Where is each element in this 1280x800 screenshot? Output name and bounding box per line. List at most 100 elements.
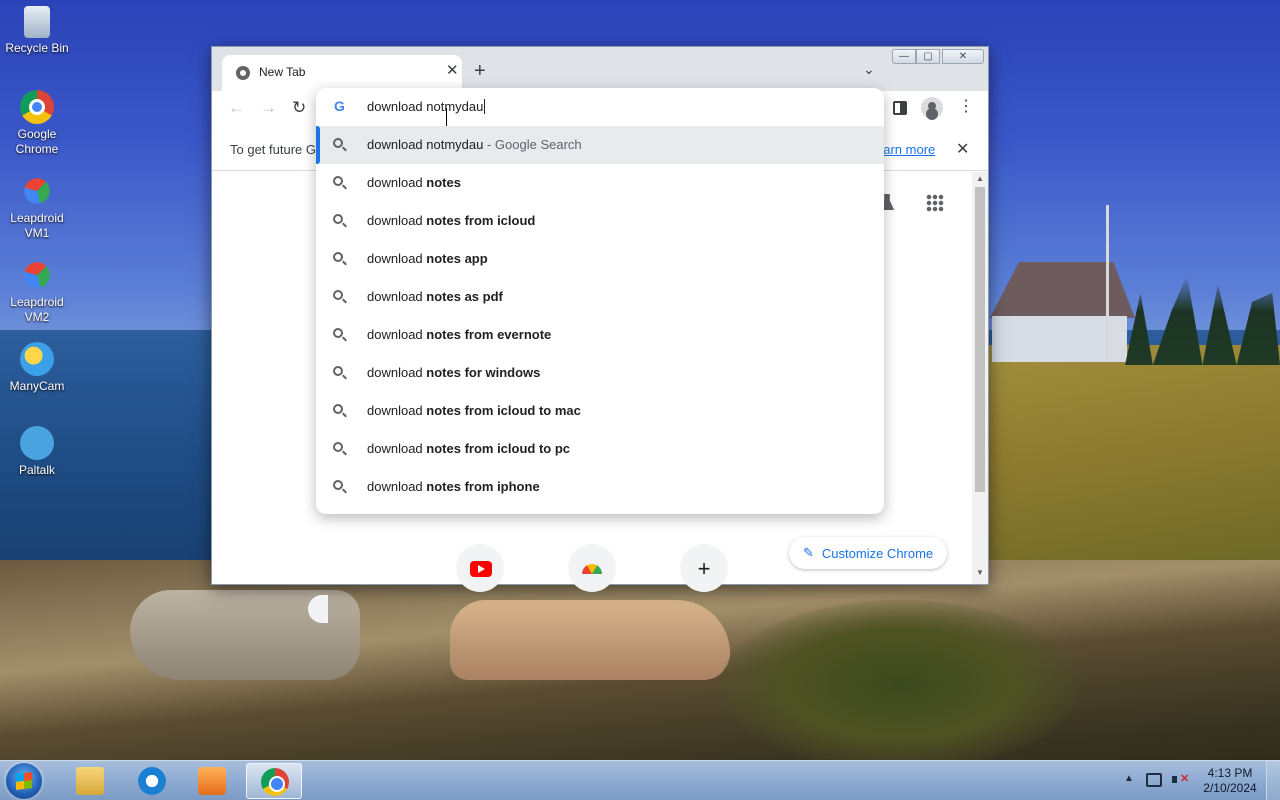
tab-new-tab[interactable]: New Tab ✕ bbox=[222, 55, 462, 91]
suggestion-completion-text: notes from iphone bbox=[426, 479, 540, 494]
suggestion-text: download notes bbox=[367, 175, 461, 190]
new-tab-button[interactable]: + bbox=[474, 61, 486, 81]
suggestion-item[interactable]: download notes from evernote bbox=[316, 316, 884, 354]
search-icon bbox=[333, 404, 343, 414]
suggestion-text: download notes from icloud to pc bbox=[367, 441, 570, 456]
page-scrollbar[interactable]: ▲ ▼ bbox=[972, 172, 988, 584]
suggestion-item[interactable]: download notes app bbox=[316, 240, 884, 278]
google-g-icon: G bbox=[334, 98, 345, 114]
tab-search-button[interactable]: ⌄ bbox=[863, 61, 875, 78]
suggestion-typed-text: download bbox=[367, 213, 427, 228]
shortcut-web-store[interactable] bbox=[568, 544, 616, 592]
search-icon bbox=[333, 214, 343, 224]
search-icon bbox=[333, 328, 343, 338]
maximize-button[interactable]: ▢ bbox=[916, 49, 940, 64]
suggestion-item[interactable]: download notmydau - Google Search bbox=[316, 126, 884, 164]
close-window-button[interactable]: ✕ bbox=[942, 49, 984, 64]
desktop-icon-label: Google Chrome bbox=[15, 127, 59, 156]
side-panel-icon[interactable] bbox=[893, 101, 907, 115]
suggestion-item[interactable]: download notes for windows bbox=[316, 354, 884, 392]
suggestion-completion-text: notes from icloud bbox=[426, 213, 536, 228]
learn-more-link[interactable]: earn more bbox=[876, 142, 935, 157]
suggestion-completion-text: notes from evernote bbox=[426, 327, 552, 342]
leapdroid-icon bbox=[18, 256, 56, 294]
desktop-icon-label: Paltalk bbox=[18, 463, 56, 477]
suggestion-typed-text: download bbox=[367, 441, 427, 456]
taskbar-item-media-player[interactable] bbox=[184, 763, 240, 799]
suggestion-completion-text: notes from icloud to pc bbox=[426, 441, 571, 456]
reload-button[interactable]: ↻ bbox=[292, 99, 306, 116]
suggestion-typed-text: download bbox=[367, 289, 427, 304]
suggestion-item[interactable]: download notes as pdf bbox=[316, 278, 884, 316]
taskbar-item-explorer[interactable] bbox=[62, 763, 118, 799]
suggestion-completion-text: notes from icloud to mac bbox=[426, 403, 581, 418]
tab-close-button[interactable]: ✕ bbox=[446, 63, 459, 78]
info-bar-close-button[interactable]: ✕ bbox=[956, 139, 969, 159]
start-button[interactable] bbox=[6, 763, 42, 799]
google-apps-icon[interactable] bbox=[926, 194, 944, 212]
search-icon bbox=[333, 252, 343, 262]
add-shortcut-button[interactable]: + bbox=[680, 544, 728, 592]
desktop-icon-label: ManyCam bbox=[9, 379, 65, 393]
omnibox-dropdown: G download notmydau download notmydau - … bbox=[316, 88, 884, 514]
scroll-down-arrow-icon[interactable]: ▼ bbox=[976, 568, 984, 577]
suggestion-text: download notes from icloud to mac bbox=[367, 403, 581, 418]
scroll-thumb[interactable] bbox=[975, 187, 985, 492]
desktop-icon-manycam[interactable]: ManyCam bbox=[0, 342, 74, 394]
suggestion-item[interactable]: download notes from iphone bbox=[316, 468, 884, 506]
scroll-up-arrow-icon[interactable]: ▲ bbox=[976, 174, 984, 183]
pencil-icon: ✎ bbox=[803, 545, 814, 560]
address-bar-input[interactable]: download notmydau bbox=[367, 99, 486, 114]
address-bar-value: download notmydau bbox=[367, 99, 484, 114]
desktop-icon-recycle-bin[interactable]: Recycle Bin bbox=[0, 6, 74, 56]
desktop-icon-google-chrome[interactable]: Google Chrome bbox=[0, 90, 74, 157]
profile-avatar-icon[interactable] bbox=[921, 97, 943, 119]
show-desktop-button[interactable] bbox=[1266, 761, 1280, 800]
search-icon bbox=[333, 442, 343, 452]
suggestion-typed-text: download notmydau bbox=[367, 137, 484, 152]
suggestion-item[interactable]: download notes bbox=[316, 164, 884, 202]
plus-icon: + bbox=[697, 556, 711, 581]
web-store-icon bbox=[582, 564, 602, 574]
paltalk-icon bbox=[20, 426, 54, 460]
volume-muted-icon[interactable] bbox=[1172, 772, 1189, 787]
suggestion-completion-text: notes bbox=[426, 175, 461, 190]
suggestion-item[interactable]: download notes from icloud to mac bbox=[316, 392, 884, 430]
taskbar-item-internet-explorer[interactable] bbox=[124, 763, 180, 799]
customize-chrome-button[interactable]: ✎ Customize Chrome bbox=[789, 537, 948, 569]
desktop-icon-leapdroid-vm2[interactable]: Leapdroid VM2 bbox=[0, 256, 74, 325]
suggestion-typed-text: download bbox=[367, 175, 427, 190]
suggestion-item[interactable]: download notes from icloud to pc bbox=[316, 430, 884, 468]
chrome-menu-button[interactable]: ⋮ bbox=[958, 99, 974, 115]
search-icon bbox=[333, 138, 343, 148]
taskbar-clock[interactable]: 4:13 PM 2/10/2024 bbox=[1200, 766, 1260, 796]
manycam-icon bbox=[20, 342, 54, 376]
wallpaper-rock bbox=[450, 600, 730, 680]
desktop-icon-leapdroid-vm1[interactable]: Leapdroid VM1 bbox=[0, 172, 74, 241]
wallpaper-shrub bbox=[720, 600, 1080, 760]
tab-strip: New Tab ✕ + ⌄ — ▢ ✕ bbox=[212, 47, 988, 91]
suggestion-typed-text: download bbox=[367, 251, 427, 266]
suggestion-item[interactable]: download notes from icloud bbox=[316, 202, 884, 240]
back-button[interactable]: ← bbox=[228, 99, 245, 116]
address-bar[interactable]: G download notmydau bbox=[316, 88, 884, 126]
desktop-icon-paltalk[interactable]: Paltalk bbox=[0, 426, 74, 478]
tab-title: New Tab bbox=[259, 65, 306, 79]
minimize-button[interactable]: — bbox=[892, 49, 916, 64]
suggestion-text: download notes for windows bbox=[367, 365, 540, 380]
search-icon bbox=[333, 366, 343, 376]
suggestion-completion-text: notes as pdf bbox=[426, 289, 503, 304]
ibeam-cursor-icon bbox=[446, 108, 453, 126]
internet-explorer-icon bbox=[138, 767, 166, 795]
info-bar-message: To get future G bbox=[230, 142, 316, 157]
shortcut-youtube[interactable] bbox=[456, 544, 504, 592]
taskbar-item-chrome[interactable] bbox=[246, 763, 302, 799]
network-icon[interactable] bbox=[1146, 773, 1162, 787]
forward-button[interactable]: → bbox=[260, 99, 277, 116]
tray-overflow-icon[interactable]: ▲ bbox=[1124, 773, 1134, 784]
wallpaper-house bbox=[990, 262, 1140, 362]
text-caret bbox=[484, 99, 486, 114]
chrome-favicon-icon bbox=[236, 66, 250, 80]
search-icon bbox=[333, 176, 343, 186]
wallpaper-flagpole bbox=[1106, 205, 1109, 360]
